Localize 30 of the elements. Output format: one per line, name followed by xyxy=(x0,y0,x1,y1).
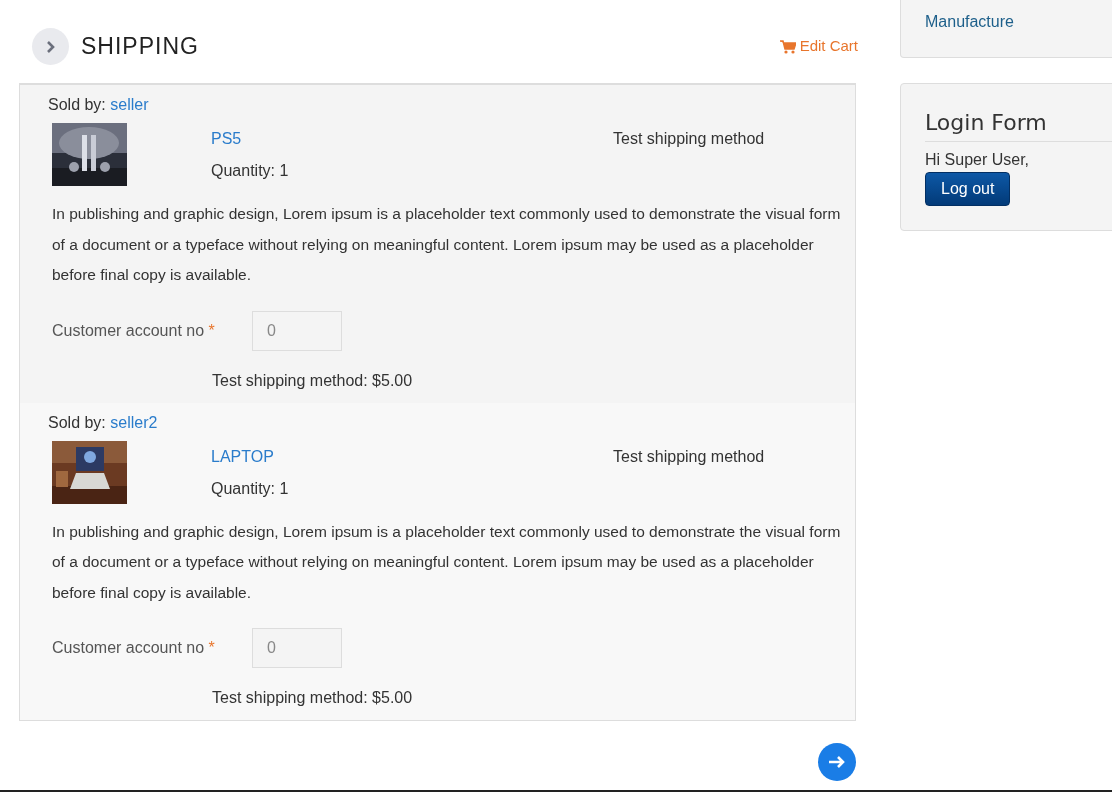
account-number-field[interactable]: 0 xyxy=(252,310,342,351)
logout-button[interactable]: Log out xyxy=(925,172,1011,206)
seller-link[interactable]: seller2 xyxy=(110,413,158,431)
quantity-text: Quantity: 1 xyxy=(211,161,289,181)
next-button[interactable] xyxy=(818,743,856,781)
section-title: SHIPPING xyxy=(81,32,199,62)
greeting-text: Hi Super User, xyxy=(925,150,1030,170)
product-link[interactable]: PS5 xyxy=(211,127,242,151)
sold-by-label: Sold by: xyxy=(48,96,106,113)
shipping-total-text: Test shipping method: $5.00 xyxy=(212,370,413,391)
menu-link[interactable]: Manufacture xyxy=(925,13,1014,30)
description-text: In publishing and graphic design, Lorem ipsum is a placeholder text commonly used to demonstrate the visual form of a document or a typeface without relying on meaningful content. Lorem ipsum may be used as a placeholder before final copy is available. xyxy=(52,521,842,603)
shipping-method-text: Test shipping method xyxy=(613,129,765,149)
quantity-text: Quantity: 1 xyxy=(211,478,289,499)
shipping-total-text: Test shipping method: $5.00 xyxy=(212,688,413,708)
cart-icon xyxy=(779,39,796,54)
arrow-right-icon xyxy=(828,755,846,769)
expand-icon[interactable] xyxy=(32,28,69,65)
login-form-title: Login Form xyxy=(925,106,1112,142)
field-label: Customer account no xyxy=(52,639,205,656)
description-text: In publishing and graphic design, Lorem ipsum is a placeholder text commonly used to demonstrate the visual form of a document or a typeface without relying on meaningful content. Lorem ipsum may be used as a placeholder before final copy is available. xyxy=(52,204,842,285)
field-label: Customer account no xyxy=(52,321,205,339)
product-link[interactable]: LAPTOP xyxy=(211,444,274,469)
account-number-field[interactable]: 0 xyxy=(252,628,342,668)
sold-by-label: Sold by: xyxy=(48,413,106,431)
edit-cart-link[interactable]: Edit Cart xyxy=(779,35,858,58)
seller-link[interactable]: seller xyxy=(110,96,149,113)
required-mark: * xyxy=(208,639,215,656)
shipping-method-text: Test shipping method xyxy=(613,446,765,467)
required-mark: * xyxy=(208,321,215,339)
